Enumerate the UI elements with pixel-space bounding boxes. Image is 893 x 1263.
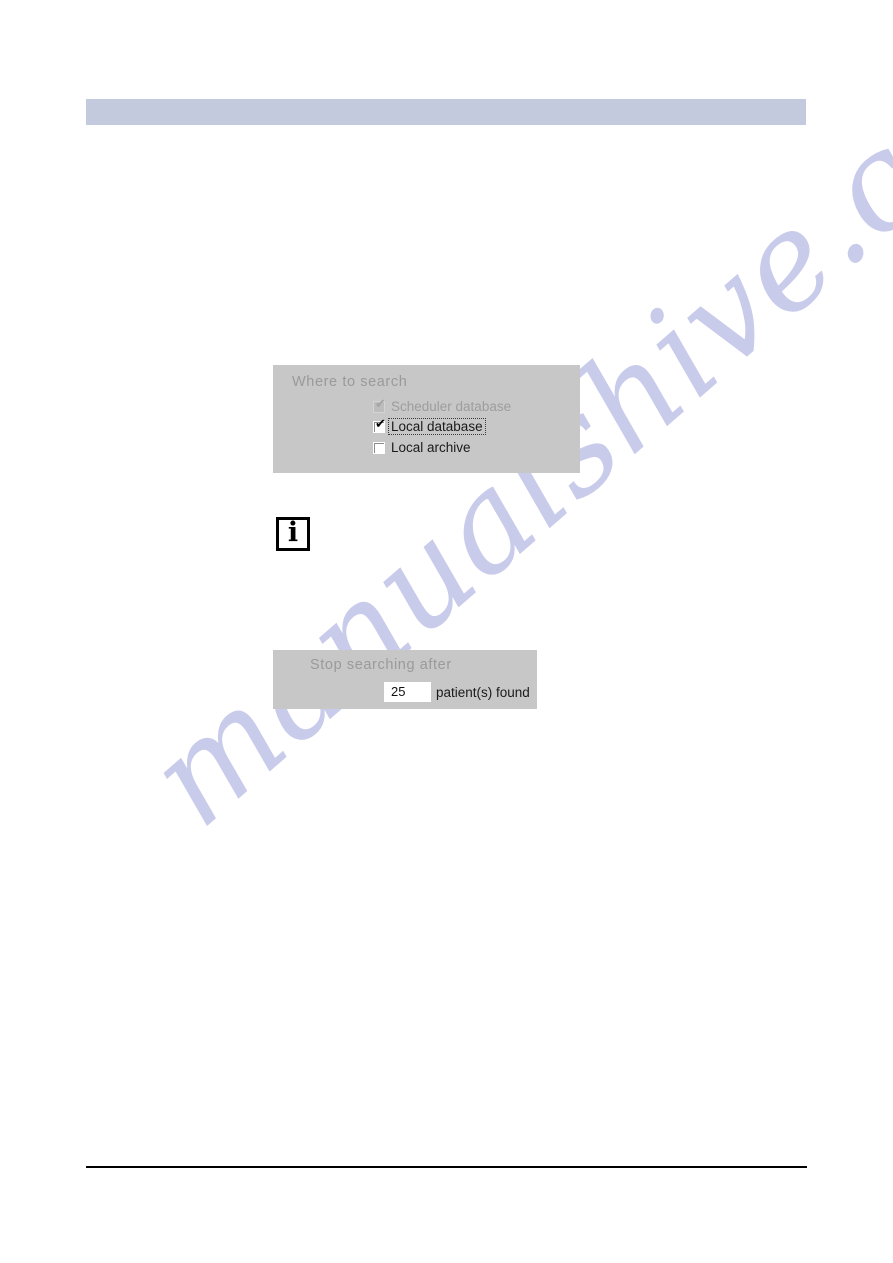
page-footer-rule [86, 1166, 807, 1168]
stop-searching-title: Stop searching after [310, 657, 452, 673]
watermark-layer: manualshive.com [0, 0, 893, 1263]
checkbox-label-local-archive: Local archive [391, 440, 471, 455]
patient-count-input[interactable] [384, 682, 431, 702]
where-to-search-title: Where to search [292, 374, 408, 390]
checkbox-local-archive[interactable] [373, 441, 385, 454]
checkbox-local-database[interactable]: ✔ [373, 416, 386, 433]
info-icon-glyph: i [287, 517, 299, 548]
checkbox-row-scheduler-database[interactable]: ✔ Scheduler database [373, 398, 511, 415]
checkbox-label-scheduler-database: Scheduler database [391, 399, 512, 414]
page-header-banner [86, 99, 806, 125]
where-to-search-panel: Where to search ✔ Scheduler database ✔ L… [273, 365, 580, 473]
checkbox-row-local-database[interactable]: ✔ Local database [373, 416, 486, 435]
checkbox-scheduler-database: ✔ [373, 396, 386, 413]
info-icon: i [276, 517, 310, 551]
checkmark-icon: ✔ [375, 416, 386, 432]
manual-page: manualshive.com Where to search ✔ Schedu… [0, 0, 893, 1263]
checkbox-row-local-archive[interactable]: Local archive [373, 439, 471, 456]
checkmark-icon: ✔ [375, 396, 386, 412]
checkbox-label-local-database: Local database [388, 418, 486, 435]
stop-searching-panel: Stop searching after patient(s) found [273, 650, 537, 709]
patient-count-unit-label: patient(s) found [436, 685, 530, 700]
